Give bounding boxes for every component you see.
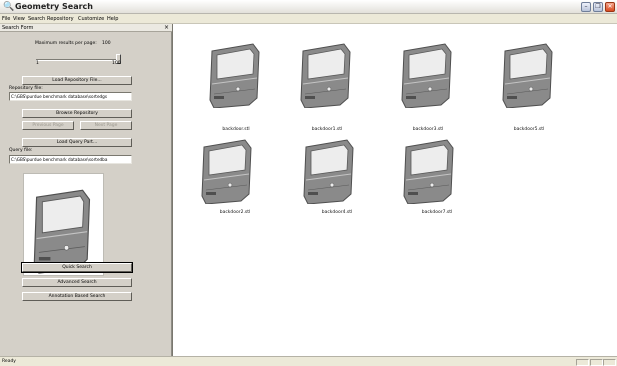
slider-max-label: 100 <box>112 61 121 66</box>
result-filename: backdoor5.stl <box>513 127 545 132</box>
backdoor-thumbnail[interactable] <box>301 138 357 204</box>
status-bar: Ready <box>0 356 617 366</box>
query-part-preview <box>23 173 104 276</box>
status-text: Ready <box>2 359 16 364</box>
result-item[interactable]: backdoor5.stl <box>484 42 574 142</box>
panel-close-icon[interactable]: × <box>164 24 169 31</box>
max-results-label: Maximum results per page: <box>35 41 97 46</box>
repository-file-field[interactable]: C:\GBS\purdue benchmark database\sortedg… <box>9 92 132 101</box>
result-filename: backdoor4.stl <box>321 210 353 215</box>
result-item[interactable]: backdoor4.stl <box>279 138 369 238</box>
window-title: Geometry Search <box>15 2 93 11</box>
status-pane <box>576 359 589 366</box>
result-item[interactable]: backdoor.stl <box>191 42 281 142</box>
query-file-label: Query file: <box>9 148 33 153</box>
menu-bar: File View Search Repository Customize He… <box>0 14 617 24</box>
menu-search[interactable]: Search <box>28 15 45 23</box>
next-page-button[interactable]: Next Page <box>80 121 132 130</box>
maximize-button[interactable]: ❐ <box>593 2 603 12</box>
query-backdoor-image <box>33 189 91 274</box>
backdoor-thumbnail[interactable] <box>298 42 354 108</box>
menu-file[interactable]: File <box>2 15 10 23</box>
result-item[interactable]: backdoor3.stl <box>383 42 473 142</box>
menu-repository[interactable]: Repository <box>47 15 74 23</box>
load-repository-button[interactable]: Load Repository File... <box>22 76 132 85</box>
result-filename: backdoor7.stl <box>421 210 453 215</box>
menu-customize[interactable]: Customize <box>78 15 104 23</box>
backdoor-thumbnail[interactable] <box>199 138 255 204</box>
result-item[interactable]: backdoor2.stl <box>177 138 267 238</box>
result-filename: backdoor2.stl <box>219 210 251 215</box>
result-filename: backdoor1.stl <box>311 127 343 132</box>
menu-help[interactable]: Help <box>107 15 118 23</box>
result-filename: backdoor3.stl <box>412 127 444 132</box>
magnifier-app-icon: 🔍 <box>3 2 15 12</box>
slider-min-label: 1 <box>36 61 39 66</box>
status-pane <box>603 359 616 366</box>
result-item[interactable]: backdoor7.stl <box>379 138 469 238</box>
browse-repository-button[interactable]: Browse Repository <box>22 109 132 118</box>
query-file-field[interactable]: C:\GBS\purdue benchmark database\sortedb… <box>9 155 132 164</box>
advanced-search-button[interactable]: Advanced Search <box>22 278 132 287</box>
annotation-based-search-button[interactable]: Annotation Based Search <box>22 292 132 301</box>
max-results-value: 100 <box>102 41 111 46</box>
backdoor-thumbnail[interactable] <box>401 138 457 204</box>
panel-header: Search Form × <box>0 24 172 32</box>
title-bar: 🔍 Geometry Search – ❐ ✕ <box>0 0 617 14</box>
previous-page-button[interactable]: Previous Page <box>22 121 74 130</box>
load-query-part-button[interactable]: Load Query Part... <box>22 138 132 147</box>
close-button[interactable]: ✕ <box>605 2 615 12</box>
backdoor-thumbnail[interactable] <box>399 42 455 108</box>
minimize-button[interactable]: – <box>581 2 591 12</box>
results-area: backdoor.stl backdoor1.stl backdoor3.stl… <box>172 24 617 356</box>
status-pane <box>590 359 603 366</box>
search-form-panel: Search Form × Maximum results per page: … <box>0 24 172 356</box>
menu-view[interactable]: View <box>13 15 25 23</box>
quick-search-button[interactable]: Quick Search <box>21 262 133 273</box>
result-filename: backdoor.stl <box>222 127 250 132</box>
result-item[interactable]: backdoor1.stl <box>282 42 372 142</box>
max-results-slider[interactable] <box>36 59 120 61</box>
backdoor-thumbnail[interactable] <box>500 42 556 108</box>
backdoor-thumbnail[interactable] <box>207 42 263 108</box>
panel-title: Search Form <box>2 25 34 31</box>
